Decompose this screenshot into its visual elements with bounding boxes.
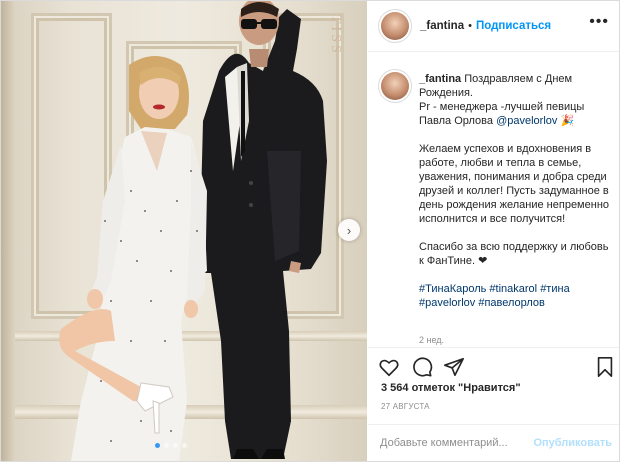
post-caption: _fantina Поздравляем с Днем Рождения. Pr… [419, 72, 612, 324]
woman-figure [59, 56, 207, 461]
post-sidebar: _fantina • Подписаться ••• _fantina Позд… [368, 1, 619, 461]
caption-username[interactable]: _fantina [419, 73, 461, 85]
action-bar [368, 347, 619, 384]
ellipsis-icon[interactable]: ••• [589, 13, 609, 31]
comments-area: _fantina Поздравляем с Днем Рождения. Pr… [368, 52, 619, 347]
avatar[interactable] [381, 72, 409, 100]
caption-time-ago[interactable]: 2 нед. [419, 335, 444, 345]
post-card: TISS › _fantina • Подписаться ••• _fanti… [0, 0, 620, 462]
party-emoji: 🎉 [560, 115, 575, 127]
likes-count[interactable]: 3 564 отметок "Нравится" [381, 382, 521, 394]
post-photo[interactable]: TISS › [1, 1, 367, 461]
hashtag-link[interactable]: #pavelorlov [419, 297, 475, 309]
gallery-dot [155, 443, 160, 448]
header-separator: • [468, 20, 472, 32]
publish-button[interactable]: Опубликовать [533, 437, 612, 449]
caption-paragraph-thanks: Спасибо за всю поддержку и любовь к ФанТ… [419, 241, 609, 267]
caption-mention[interactable]: @pavelorlov [496, 115, 557, 127]
gallery-dot [164, 443, 169, 448]
caption-hashtags: #ТинаКароль #tinakarol #тина #pavelorlov… [419, 282, 612, 310]
heart-icon[interactable] [378, 356, 400, 378]
gallery-dot [182, 443, 187, 448]
hashtag-link[interactable]: #тина [540, 283, 570, 295]
hashtag-link[interactable]: #tinakarol [489, 283, 537, 295]
add-comment-bar: Опубликовать [368, 424, 619, 462]
gallery-dots [155, 443, 187, 448]
follow-button[interactable]: Подписаться [476, 20, 551, 32]
send-icon[interactable] [443, 356, 465, 378]
avatar[interactable] [381, 12, 409, 40]
wall-edge [1, 1, 15, 461]
hashtag-link[interactable]: #павелорлов [478, 297, 545, 309]
hashtag-link[interactable]: #ТинаКароль [419, 283, 486, 295]
header-username[interactable]: _fantina [420, 20, 464, 32]
bookmark-icon[interactable] [594, 356, 616, 378]
next-photo-button[interactable]: › [338, 219, 360, 241]
chevron-right-icon: › [346, 222, 352, 238]
post-date[interactable]: 27 АВГУСТА [381, 402, 430, 411]
comment-input[interactable] [380, 435, 530, 451]
comment-icon[interactable] [411, 356, 433, 378]
post-header: _fantina • Подписаться ••• [368, 1, 619, 52]
caption-paragraph-wishes: Желаем успехов и вдохновения в работе, л… [419, 143, 610, 225]
gallery-dot [173, 443, 178, 448]
